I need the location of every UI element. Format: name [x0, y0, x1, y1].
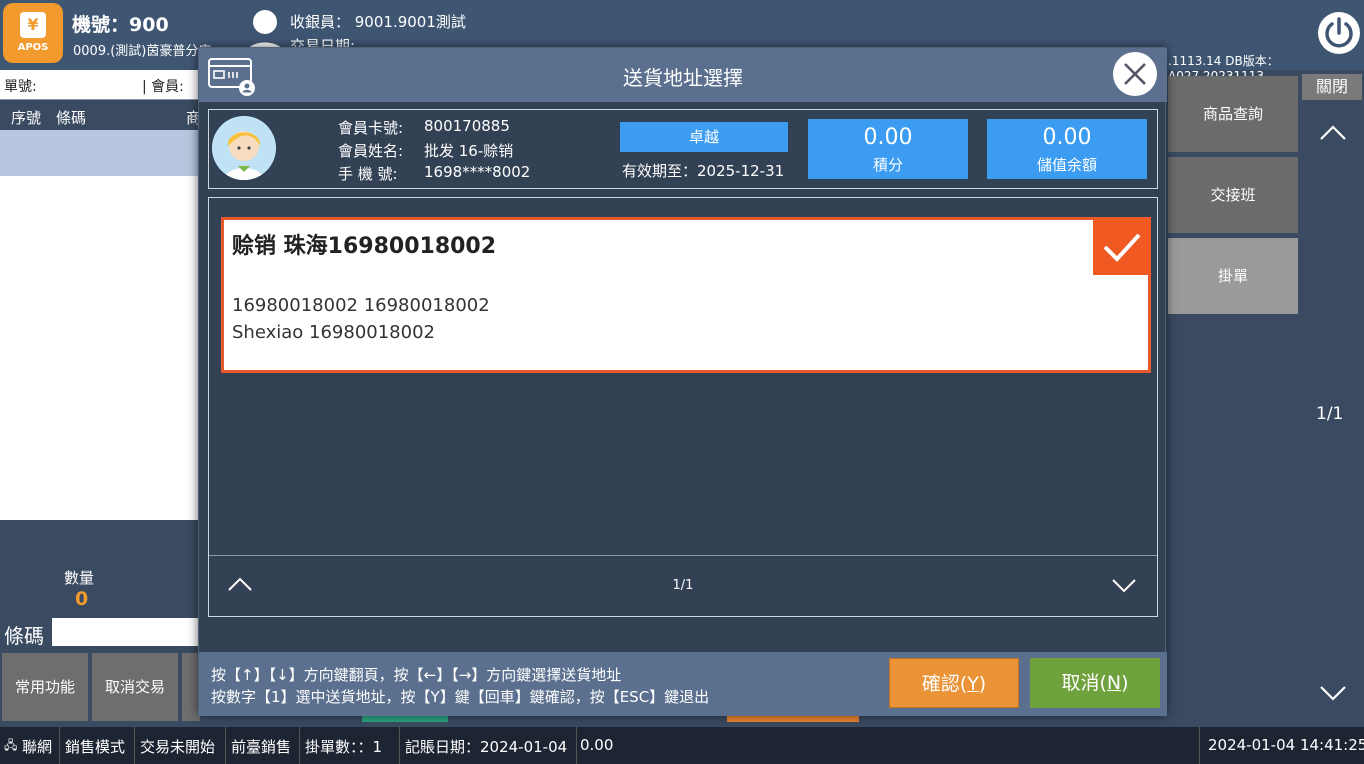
order-no-label: 單號:: [4, 79, 37, 95]
item-table-header: 序號 條碼 商: [0, 101, 201, 129]
right-page-indicator: 1/1: [1316, 404, 1344, 424]
cancel-hotkey: N: [1106, 672, 1122, 694]
close-icon: [1124, 63, 1146, 85]
phone-value: 1698****8002: [424, 163, 531, 181]
product-search-button[interactable]: 商品查詢: [1168, 76, 1298, 152]
app-logo: ¥ APOS: [3, 3, 63, 63]
network-status: 聯網: [22, 738, 53, 756]
order-info-row: 單號: | 會員:: [0, 70, 200, 100]
cancel-transaction-button[interactable]: 取消交易: [92, 653, 178, 721]
address-phones: 16980018002 16980018002: [232, 295, 490, 316]
barcode-input[interactable]: [52, 618, 202, 646]
address-detail: Shexiao 16980018002: [232, 322, 435, 343]
phone-label: 手 機 號:: [338, 165, 398, 183]
delivery-address-dialog: 送貨地址選擇 會員卡號: 800170885 會員姓名: 批发 16-赊销 手 …: [198, 47, 1167, 716]
address-page-indicator: 1/1: [672, 578, 694, 593]
item-table[interactable]: [0, 130, 200, 520]
card-no-label: 會員卡號:: [338, 119, 404, 137]
points-box: 0.00 積分: [808, 119, 968, 179]
divider: [209, 555, 1157, 556]
hint-navigation: 按【↑】【↓】方向鍵翻頁，按【←】【→】方向鍵選擇送貨地址: [211, 666, 622, 684]
quantity-value: 0: [75, 588, 89, 610]
status-bar: 🖧 聯網 銷售模式 交易未開始 前臺銷售 掛單數：：1 記賬日期：2024-01…: [0, 727, 1364, 764]
quantity-panel: [0, 520, 200, 614]
member-level-badge: 卓越: [620, 122, 788, 152]
check-icon: [1103, 233, 1141, 262]
chevron-down-icon[interactable]: [1318, 682, 1348, 704]
address-recipient: 赊销 珠海16980018002: [232, 234, 497, 259]
common-functions-button[interactable]: 常用功能: [2, 653, 88, 721]
member-label: | 會員:: [142, 79, 184, 95]
cashier-label: 收銀員： 9001.9001測試: [290, 13, 466, 31]
confirm-hotkey: Y: [967, 673, 979, 695]
confirm-label-end: ): [978, 673, 987, 695]
member-name-label: 會員姓名:: [338, 142, 404, 160]
amount-status: 0.00: [580, 736, 614, 754]
counter-status: 前臺銷售: [231, 738, 292, 756]
dialog-footer: 按【↑】【↓】方向鍵翻頁，按【←】【→】方向鍵選擇送貨地址 按數字【1】選中送貨…: [199, 652, 1167, 716]
col-index: 序號: [11, 109, 42, 127]
hint-keys: 按數字【1】選中送貨地址，按【Y】鍵【回車】鍵確認，按【ESC】鍵退出: [211, 688, 710, 706]
chevron-up-icon[interactable]: [1318, 122, 1348, 144]
network-icon: 🖧: [4, 738, 18, 752]
hold-order-button[interactable]: 掛單: [1168, 238, 1298, 314]
machine-number: 機號：900: [72, 14, 169, 36]
quantity-label: 數量: [64, 569, 95, 587]
cancel-button[interactable]: 取消(N): [1030, 658, 1160, 708]
expire-date: 有效期至：2025-12-31: [622, 162, 785, 180]
power-button[interactable]: [1318, 12, 1360, 54]
page-down-icon[interactable]: [1109, 570, 1139, 600]
close-tab[interactable]: 關閉: [1302, 74, 1362, 100]
avatar-icon: [212, 116, 276, 180]
store-name: 0009.(測試)茵豪普分店: [73, 44, 212, 59]
points-label: 積分: [872, 156, 903, 174]
dialog-close-button[interactable]: [1113, 52, 1157, 96]
address-card-selected[interactable]: 赊销 珠海16980018002 16980018002 16980018002…: [221, 217, 1151, 373]
confirm-label: 確認(: [921, 673, 968, 695]
balance-value: 0.00: [1042, 125, 1092, 150]
shift-handover-button[interactable]: 交接班: [1168, 157, 1298, 233]
selected-check: [1093, 218, 1151, 275]
post-date: 記賬日期：2024-01-04: [405, 738, 568, 756]
confirm-button[interactable]: 確認(Y): [889, 658, 1019, 708]
power-icon: [1325, 17, 1353, 48]
balance-label: 儲值余額: [1036, 156, 1097, 174]
cancel-label: 取消(: [1061, 672, 1107, 694]
card-no-value: 800170885: [424, 117, 510, 135]
hold-count: 掛單數：：1: [305, 738, 383, 756]
dialog-title: 送貨地址選擇: [623, 66, 743, 90]
member-avatar: [212, 116, 276, 180]
transaction-status: 交易未開始: [140, 738, 216, 756]
barcode-label: 條碼: [4, 624, 44, 648]
points-value: 0.00: [863, 125, 913, 150]
table-row-selected[interactable]: [0, 130, 200, 176]
balance-box: 0.00 儲值余額: [987, 119, 1147, 179]
logo-text: APOS: [17, 42, 49, 53]
member-name-value: 批发 16-赊销: [424, 142, 514, 160]
cancel-label-end: ): [1121, 672, 1129, 694]
yen-icon: ¥: [20, 12, 46, 38]
clock: 2024-01-04 14:41:25: [1208, 736, 1364, 754]
mode-status: 銷售模式: [65, 738, 126, 756]
address-list: 赊销 珠海16980018002 16980018002 16980018002…: [208, 197, 1158, 617]
col-barcode: 條碼: [56, 109, 87, 127]
member-info-panel: 會員卡號: 800170885 會員姓名: 批发 16-赊销 手 機 號: 16…: [208, 109, 1158, 189]
